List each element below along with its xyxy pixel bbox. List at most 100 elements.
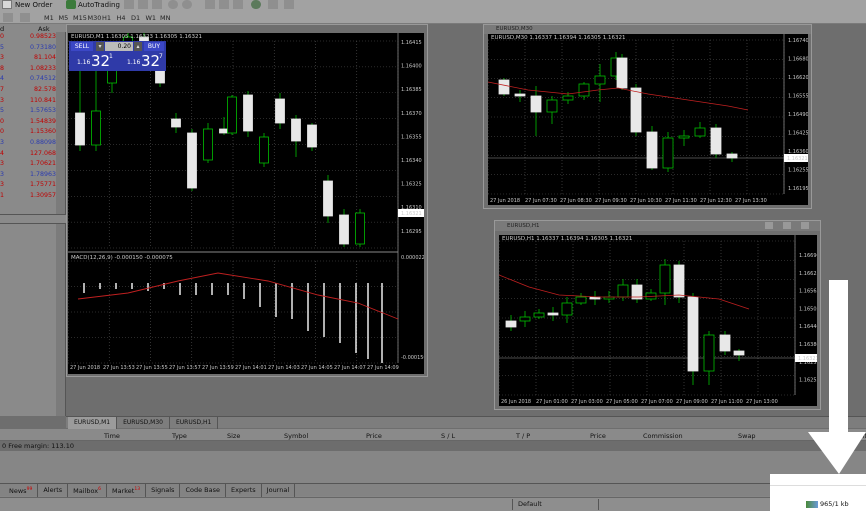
bull-candle [703, 334, 715, 372]
terminal-tab-code-base[interactable]: Code Base [180, 484, 226, 498]
chart-tab[interactable]: EURUSD,M1 [68, 417, 118, 429]
bull-candle [203, 128, 213, 161]
bear-candle [547, 312, 559, 316]
ask-price: 110.841 [29, 96, 56, 104]
column-header[interactable]: Price [366, 432, 382, 440]
periods-icon[interactable] [268, 0, 278, 9]
timeframe-button-mn[interactable]: MN [160, 14, 170, 22]
indicators-icon[interactable] [251, 0, 261, 9]
time-axis-label: 27 Jun 13:55 [136, 365, 168, 371]
connection-status-icon[interactable] [806, 501, 818, 508]
terminal-tab-badge: 6 [98, 487, 101, 492]
column-header[interactable]: S / L [441, 432, 455, 440]
terminal-tab-news[interactable]: News99 [4, 484, 39, 498]
chart-m1[interactable]: 1.16415 1.16400 1.16385 1.16370 1.16355 1.163… [68, 33, 424, 374]
timeframe-button-w1[interactable]: W1 [146, 14, 157, 22]
zoom-out-icon[interactable] [182, 0, 192, 9]
timeframe-button-m30[interactable]: M30 [88, 14, 102, 22]
minimize-icon[interactable] [765, 222, 773, 229]
buy-button[interactable]: BUY [144, 42, 164, 51]
chart-candles-icon[interactable] [138, 0, 148, 9]
time-axis-label: 27 Jun 11:30 [665, 198, 697, 204]
lot-decrease-button[interactable]: ▾ [96, 42, 104, 51]
chart-shift-icon[interactable] [233, 0, 243, 9]
timeframe-button-m15[interactable]: M15 [73, 14, 87, 22]
bear-candle [339, 214, 349, 245]
terminal-tab-list: News99 Alerts Mailbox6 Market13 Signals Code … [4, 484, 296, 498]
terminal-tab-label: Experts [230, 486, 256, 494]
terminal-tab-signals[interactable]: Signals [146, 484, 181, 498]
ask-price: 1.75771 [29, 181, 56, 189]
line-tool-icon[interactable] [20, 13, 30, 22]
navigator-scrollbar[interactable] [56, 224, 65, 416]
zoom-in-icon[interactable] [168, 0, 178, 9]
terminal-tab-label: Alerts [43, 486, 63, 494]
chart-h1-header: EURUSD,H1 1.16337 1.16394 1.16305 1.1632… [502, 236, 633, 242]
bid-price: 3 [0, 138, 5, 146]
time-axis-label: 27 Jun 08:30 [560, 198, 592, 204]
buy-price-prefix: 1.16 [127, 59, 141, 66]
buy-price[interactable]: 1.16 32 7 [121, 52, 165, 70]
terminal-tab-market[interactable]: Market13 [107, 484, 147, 498]
bear-candle [243, 94, 253, 132]
chart-bars-icon[interactable] [124, 0, 134, 9]
market-watch-tabs[interactable] [0, 214, 66, 224]
sell-price[interactable]: 1.16 32 1 [71, 52, 113, 70]
chart-h1[interactable]: 1.166901.166251.165651.165051.164401.163… [499, 235, 817, 406]
timeframe-button-h4[interactable]: H4 [117, 14, 126, 22]
maximize-icon[interactable] [783, 222, 791, 229]
chart-m30[interactable]: 1.16740 1.16680 1.16620 1.16555 1.16490 1.164… [488, 34, 808, 205]
bid-price: 4 [0, 75, 5, 83]
bear-candle [291, 118, 301, 142]
buy-label: BUY [147, 43, 161, 50]
timeframe-button-m1[interactable]: M1 [44, 14, 54, 22]
column-header[interactable]: Size [227, 432, 240, 440]
terminal-tab-journal[interactable]: Journal [262, 484, 296, 498]
sell-button[interactable]: SELL [71, 42, 93, 51]
ask-price: 0.73180 [29, 43, 56, 51]
column-header[interactable]: T / P [516, 432, 530, 440]
column-header[interactable]: Commission [643, 432, 683, 440]
column-header[interactable]: Symbol [284, 432, 308, 440]
column-header[interactable]: Type [172, 432, 187, 440]
timeframe-bar: M1 M5 M15 M30 H1 H4 D1 W1 MN [44, 13, 174, 23]
time-axis-label: 27 Jun 14:09 [367, 365, 399, 371]
terminal-tab-experts[interactable]: Experts [226, 484, 262, 498]
lot-size-input[interactable] [105, 42, 133, 51]
time-axis-label: 27 Jun 11:00 [711, 399, 743, 405]
close-icon[interactable] [801, 222, 809, 229]
bear-candle [646, 131, 658, 169]
column-header[interactable]: Time [104, 432, 120, 440]
bear-candle [514, 93, 526, 97]
bid-price: 8 [0, 64, 5, 72]
column-header[interactable]: Swap [738, 432, 756, 440]
column-header[interactable]: Price [590, 432, 606, 440]
profile-name[interactable]: Default [518, 498, 542, 511]
price-axis-label: 1.16340 [401, 158, 422, 164]
price-axis-label: 1.16415 [401, 40, 422, 46]
lot-increase-button[interactable]: ▴ [134, 42, 142, 51]
trade-table-header [0, 429, 866, 441]
bear-candle [75, 112, 85, 146]
terminal-tab-alerts[interactable]: Alerts [38, 484, 69, 498]
bull-candle [91, 110, 101, 146]
terminal-tab-label: Market [112, 487, 135, 496]
timeframe-button-m5[interactable]: M5 [59, 14, 69, 22]
timeframe-button-h1[interactable]: H1 [102, 14, 111, 22]
market-watch-scrollbar[interactable] [56, 32, 65, 214]
chart-line-icon[interactable] [152, 0, 162, 9]
terminal-tab-mailbox[interactable]: Mailbox6 [68, 484, 107, 498]
grid-icon[interactable] [205, 0, 215, 9]
chart-tab[interactable]: EURUSD,M30 [117, 417, 170, 429]
autoscroll-icon[interactable] [219, 0, 229, 9]
crosshair-icon[interactable] [3, 13, 13, 22]
chart-h1-window-title: EURUSD,H1 [507, 223, 540, 229]
buy-price-fraction: 7 [159, 53, 163, 60]
sell-price-fraction: 1 [109, 53, 113, 60]
price-axis-label: 1.16740 [788, 38, 808, 44]
timeframe-button-d1[interactable]: D1 [131, 14, 140, 22]
free-margin-text: 0 Free margin: 113.10 [2, 442, 74, 450]
chart-tab[interactable]: EURUSD,H1 [170, 417, 219, 429]
templates-icon[interactable] [284, 0, 294, 9]
bid-price: 4 [0, 149, 5, 157]
